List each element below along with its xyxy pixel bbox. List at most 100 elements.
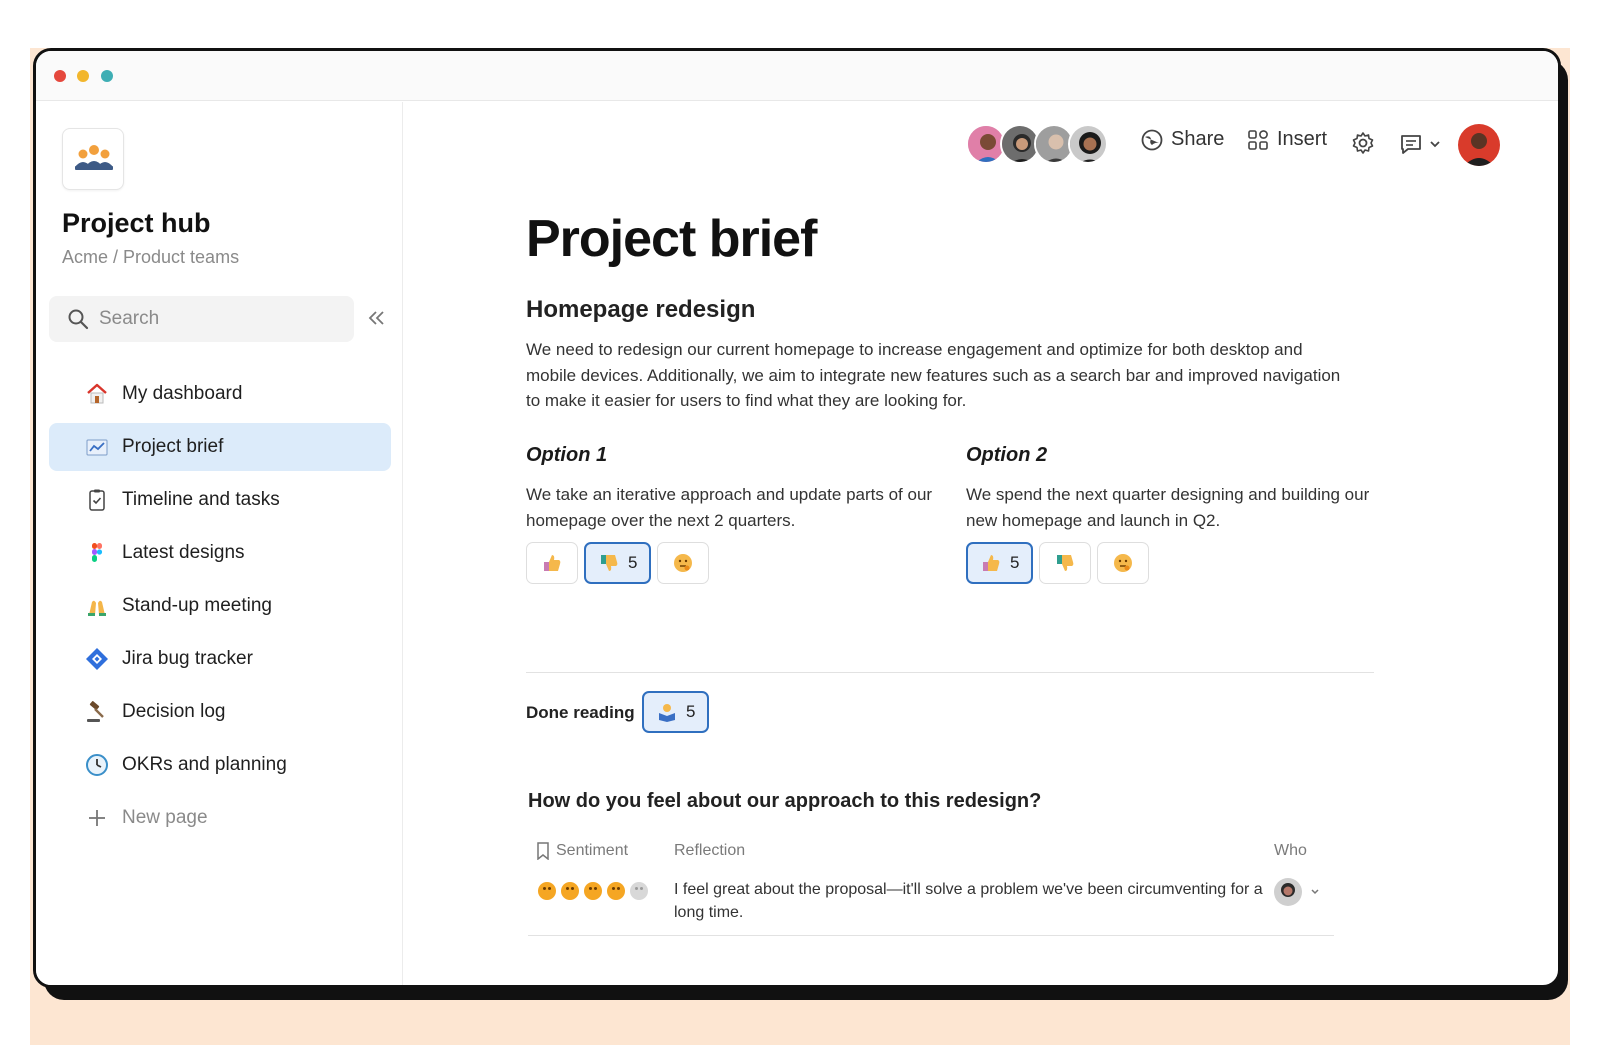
sentiment-rating[interactable]: [538, 882, 653, 905]
sidebar-item-label: Decision log: [122, 701, 226, 722]
option-1-title: Option 1: [526, 444, 608, 466]
smiley-face-icon: [561, 882, 579, 900]
done-reading-button[interactable]: 5: [642, 691, 710, 733]
clipboard-check-icon: [89, 489, 105, 511]
breadcrumb[interactable]: Acme / Product teams: [62, 247, 239, 268]
close-window-button[interactable]: [54, 70, 66, 82]
comment-icon: [1401, 135, 1421, 154]
thumbs-up-icon: [983, 555, 1000, 571]
sidebar-item-timeline-and-tasks[interactable]: Timeline and tasks: [49, 476, 391, 524]
column-header-who[interactable]: Who: [1274, 842, 1307, 860]
sidebar-item-label: Jira bug tracker: [122, 648, 253, 669]
share-label: Share: [1171, 128, 1225, 150]
house-icon: [87, 383, 107, 404]
option-1-description: We take an iterative approach and update…: [526, 485, 933, 530]
reaction-thumbs-down-button[interactable]: [1039, 542, 1092, 584]
feedback-table: Sentiment Reflection Who I feel great ab…: [528, 834, 1334, 936]
thinking-face-icon: [674, 554, 693, 572]
raised-hands-icon: [88, 600, 106, 616]
reaction-count: 5: [686, 702, 696, 721]
insert-label: Insert: [1277, 128, 1328, 150]
plus-icon: [89, 810, 105, 826]
sidebar-item-stand-up-meeting[interactable]: Stand-up meeting: [49, 582, 391, 630]
section-divider: [526, 672, 1374, 673]
column-header-sentiment[interactable]: Sentiment: [556, 842, 628, 860]
table-question-heading: How do you feel about our approach to th…: [528, 790, 1042, 812]
collapse-sidebar-icon[interactable]: [367, 308, 387, 328]
reaction-thumbs-down-button[interactable]: 5: [584, 542, 652, 584]
sidebar-item-label: Stand-up meeting: [122, 595, 272, 616]
thumbs-up-icon: [544, 555, 561, 571]
thumbs-down-icon: [601, 555, 618, 571]
collaborator-avatars[interactable]: [966, 124, 1116, 164]
option-2-description: We spend the next quarter designing and …: [966, 485, 1370, 530]
user-avatar[interactable]: [1458, 124, 1500, 166]
page-title: Project brief: [526, 210, 817, 268]
reaction-thumbs-up-button[interactable]: 5: [966, 542, 1034, 584]
app-window: Project hub Acme / Product teams My dash…: [33, 48, 1561, 988]
minimize-window-button[interactable]: [77, 70, 89, 82]
sidebar-item-project-brief[interactable]: Project brief: [49, 423, 391, 471]
smiley-face-icon: [607, 882, 625, 900]
sidebar-item-label: Timeline and tasks: [122, 489, 280, 510]
hub-logo-icon: [62, 128, 124, 190]
chart-icon: [86, 439, 108, 456]
reaction-count: 5: [628, 553, 638, 572]
figma-icon: [92, 543, 103, 562]
search-box[interactable]: [49, 296, 354, 342]
column-header-reflection[interactable]: Reflection: [674, 842, 745, 860]
chevron-down-icon: [1430, 141, 1440, 148]
smiley-face-icon: [538, 882, 556, 900]
option-2-reactions: 5: [966, 542, 1150, 584]
reaction-thinking-button[interactable]: [657, 542, 710, 584]
sidebar-item-latest-designs[interactable]: Latest designs: [49, 529, 391, 577]
smiley-face-icon: [630, 882, 648, 900]
thumbs-down-icon: [1057, 555, 1074, 571]
sidebar-item-label: Latest designs: [122, 542, 245, 563]
clock-icon: [86, 754, 108, 776]
sidebar-item-decision-log[interactable]: Decision log: [49, 688, 391, 736]
sidebar-item-label: Project brief: [122, 436, 224, 457]
comments-menu-button[interactable]: [1399, 132, 1441, 156]
maximize-window-button[interactable]: [101, 70, 113, 82]
document-area: Share Insert Project brief Homepage rede…: [404, 102, 1558, 985]
sidebar-item-okrs-and-planning[interactable]: OKRs and planning: [49, 741, 391, 789]
share-button[interactable]: Share: [1141, 128, 1224, 151]
intro-paragraph: We need to redesign our current homepage…: [526, 340, 1341, 410]
reading-icon: [659, 704, 675, 722]
jira-icon: [86, 648, 108, 670]
sidebar-item-my-dashboard[interactable]: My dashboard: [49, 370, 391, 418]
reflection-text[interactable]: I feel great about the proposal—it'll so…: [674, 878, 1264, 924]
insert-button[interactable]: Insert: [1247, 128, 1327, 151]
done-reading-label: Done reading: [526, 703, 635, 722]
reaction-thumbs-up-button[interactable]: [526, 542, 578, 584]
chevron-down-icon: [1311, 889, 1319, 895]
gavel-icon: [87, 701, 104, 722]
title-bar: [36, 51, 1558, 101]
section-heading: Homepage redesign: [526, 296, 756, 323]
done-reading-reactions: 5: [642, 691, 710, 733]
sidebar-item-label: New page: [122, 807, 208, 828]
option-2-title: Option 2: [966, 444, 1048, 466]
sidebar: Project hub Acme / Product teams My dash…: [36, 102, 403, 985]
search-icon: [68, 309, 89, 330]
table-header-row: Sentiment Reflection Who: [528, 834, 1334, 868]
sidebar-item-label: My dashboard: [122, 383, 243, 404]
table-row[interactable]: I feel great about the proposal—it'll so…: [528, 868, 1334, 936]
gear-icon[interactable]: [1351, 131, 1375, 155]
sidebar-nav: My dashboard Project brief Timeline and …: [49, 370, 391, 847]
avatar: [1274, 878, 1302, 906]
grid-insert-icon: [1248, 129, 1268, 150]
reaction-count: 5: [1010, 553, 1020, 572]
avatar[interactable]: [1068, 124, 1108, 164]
who-picker[interactable]: [1274, 878, 1320, 906]
hub-title: Project hub: [62, 208, 211, 238]
reaction-thinking-button[interactable]: [1097, 542, 1150, 584]
smiley-face-icon: [584, 882, 602, 900]
sidebar-item-label: OKRs and planning: [122, 754, 287, 775]
sidebar-item-jira-bug-tracker[interactable]: Jira bug tracker: [49, 635, 391, 683]
sidebar-item-new-page[interactable]: New page: [49, 794, 391, 842]
search-input[interactable]: [99, 304, 339, 334]
option-1-reactions: 5: [526, 542, 710, 584]
thinking-face-icon: [1114, 554, 1133, 572]
